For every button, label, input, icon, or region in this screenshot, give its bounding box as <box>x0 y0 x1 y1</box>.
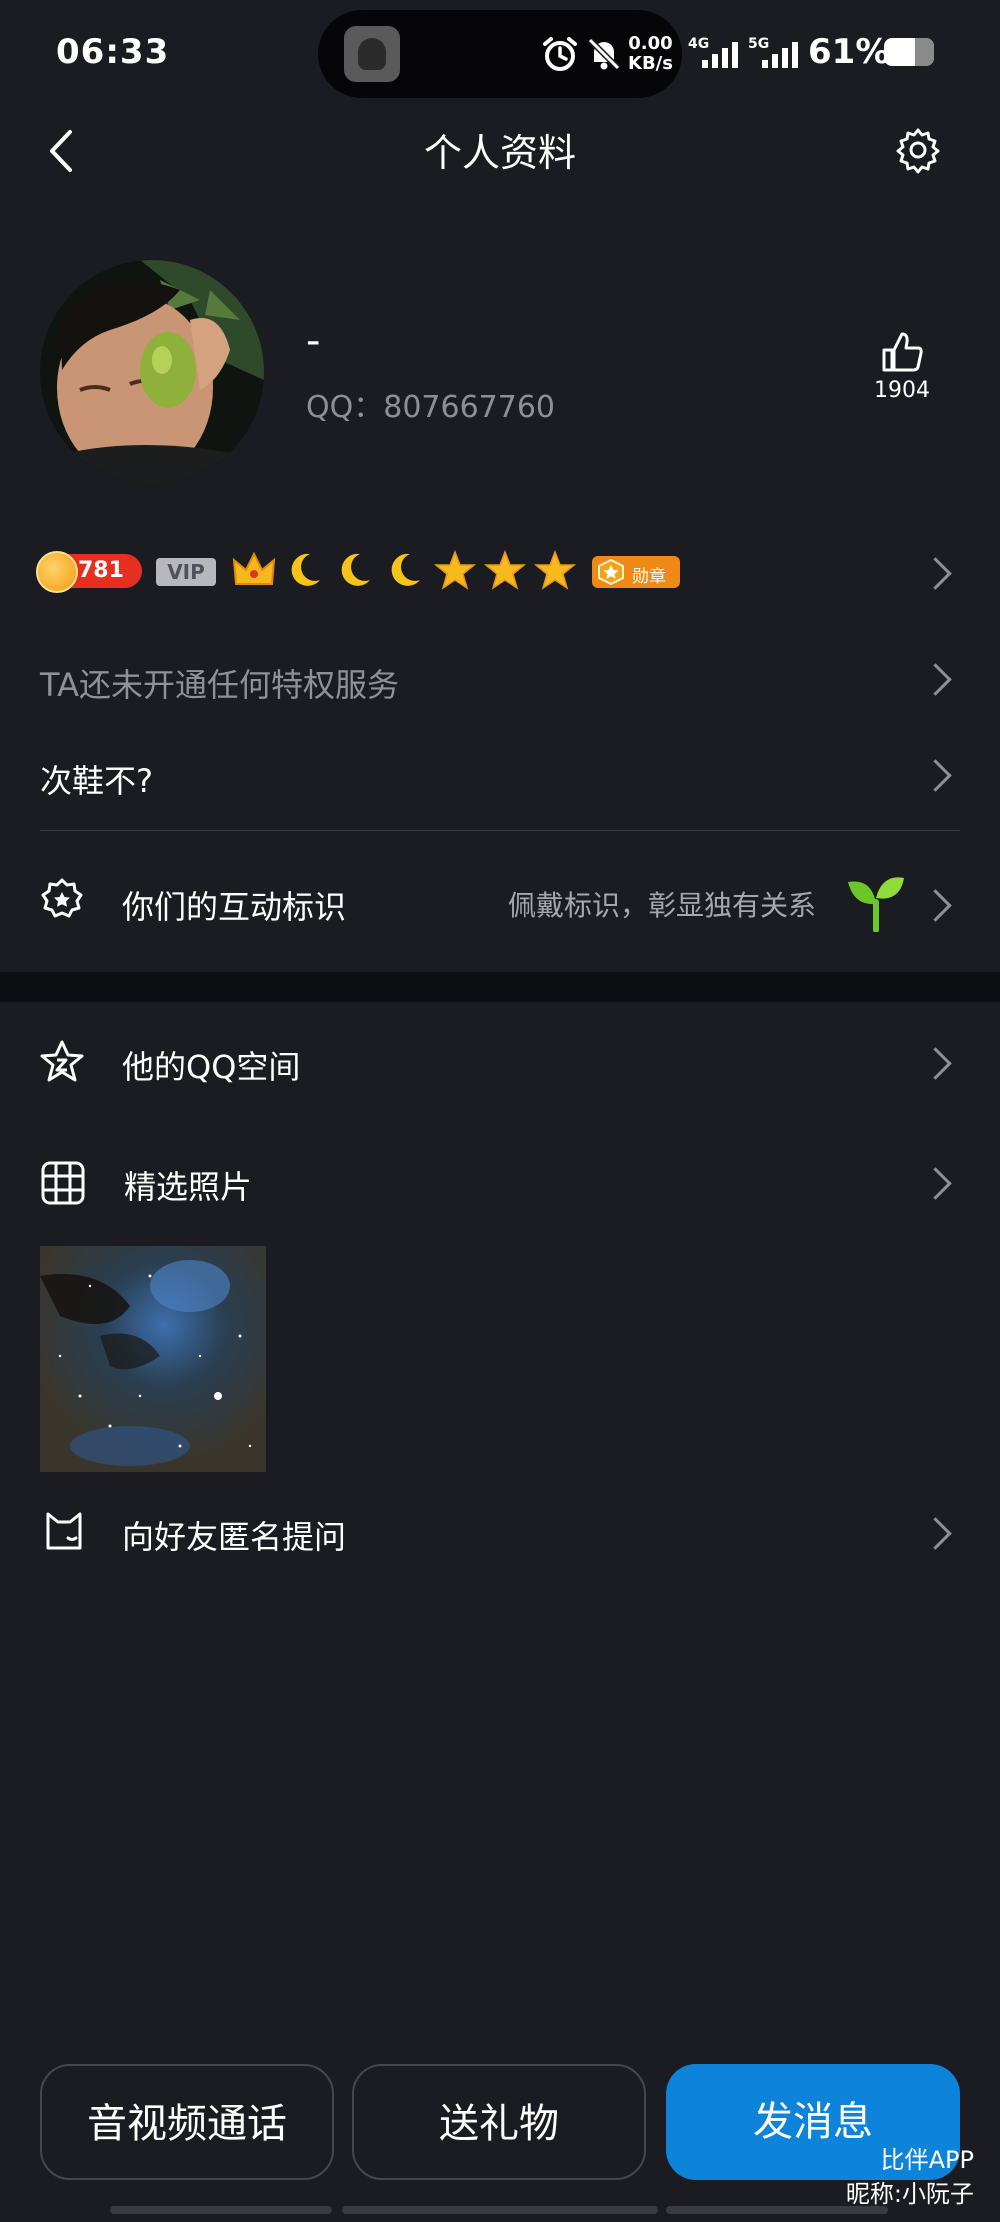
signature-row[interactable]: 次鞋不? <box>40 756 153 802</box>
nebula-photo <box>40 1246 266 1472</box>
moon-icon <box>391 553 420 586</box>
watermark-line-2: 昵称:小阮子 <box>845 2180 974 2208</box>
divider <box>40 830 960 831</box>
network-speed: 0.00 KB/s <box>628 34 673 74</box>
qq-label: QQ： <box>306 390 384 425</box>
featured-photo[interactable] <box>40 1246 266 1472</box>
qzone-row[interactable]: 他的QQ空间 <box>122 1042 300 1088</box>
privilege-row[interactable]: TA还未开通任何特权服务 <box>40 660 399 706</box>
nickname: - <box>306 318 321 364</box>
gesture-bar-segment <box>666 2206 888 2214</box>
photos-row[interactable]: 精选照片 <box>124 1162 252 1208</box>
interaction-chevron-icon[interactable] <box>919 889 952 922</box>
photos-chevron-icon[interactable] <box>919 1167 952 1200</box>
network-speed-unit: KB/s <box>628 53 673 74</box>
watermark-line-1: 比伴APP <box>880 2146 974 2174</box>
level-badge[interactable]: 781 <box>36 551 142 593</box>
vip-badge: VIP <box>156 558 216 586</box>
signal-icon-2 <box>762 42 798 68</box>
video-call-button[interactable]: 音视频通话 <box>40 2064 334 2180</box>
badges-chevron-icon[interactable] <box>919 557 952 590</box>
signature-chevron-icon[interactable] <box>919 759 952 792</box>
medal-star-icon <box>598 558 624 586</box>
star-icon <box>434 550 476 590</box>
level-number: 781 <box>78 558 124 583</box>
battery-percent: 61% <box>808 32 890 72</box>
mute-bell-icon <box>587 37 621 71</box>
page-title: 个人资料 <box>423 131 576 175</box>
send-gift-button[interactable]: 送礼物 <box>352 2064 646 2180</box>
medal-label: 勋章 <box>632 567 666 587</box>
cat-face-icon <box>46 1512 82 1550</box>
qq-number-line: QQ：807667760 <box>306 382 555 426</box>
medal-badge[interactable]: 勋章 <box>592 556 680 588</box>
star-icon <box>484 550 526 590</box>
battery-empty-portion <box>914 38 934 66</box>
interaction-mark-hint: 佩戴标识，彰显独有关系 <box>508 889 817 922</box>
crown-icon <box>232 551 276 585</box>
section-separator <box>0 972 1000 1002</box>
interaction-mark-label[interactable]: 你们的互动标识 <box>122 882 346 928</box>
qzone-star-icon <box>40 1040 84 1082</box>
settings-gear-icon[interactable] <box>894 126 942 174</box>
anon-question-row[interactable]: 向好友匿名提问 <box>122 1512 346 1558</box>
gesture-bar-segment <box>110 2206 332 2214</box>
level-sun-icon <box>36 551 78 593</box>
sprout-icon <box>848 877 904 932</box>
like-count: 1904 <box>874 378 930 403</box>
privilege-chevron-icon[interactable] <box>919 663 952 696</box>
avatar-photo <box>40 260 264 484</box>
star-icon <box>534 550 576 590</box>
battery-icon <box>884 38 934 66</box>
qq-number: 807667760 <box>383 390 556 425</box>
gesture-bar-segment <box>342 2206 658 2214</box>
avatar[interactable] <box>40 260 264 484</box>
network-speed-value: 0.00 <box>628 33 673 54</box>
like-thumb-icon[interactable] <box>880 330 924 374</box>
status-time: 06:33 <box>56 32 170 72</box>
qzone-chevron-icon[interactable] <box>919 1047 952 1080</box>
alarm-icon <box>543 37 577 71</box>
moon-icon <box>341 553 370 586</box>
anon-question-chevron-icon[interactable] <box>919 1517 952 1550</box>
signal-icon-1 <box>702 42 738 68</box>
app-activity-icon[interactable] <box>344 26 400 82</box>
badge-gear-icon <box>41 878 83 918</box>
grid-icon <box>41 1161 85 1205</box>
moon-icon <box>291 553 320 586</box>
